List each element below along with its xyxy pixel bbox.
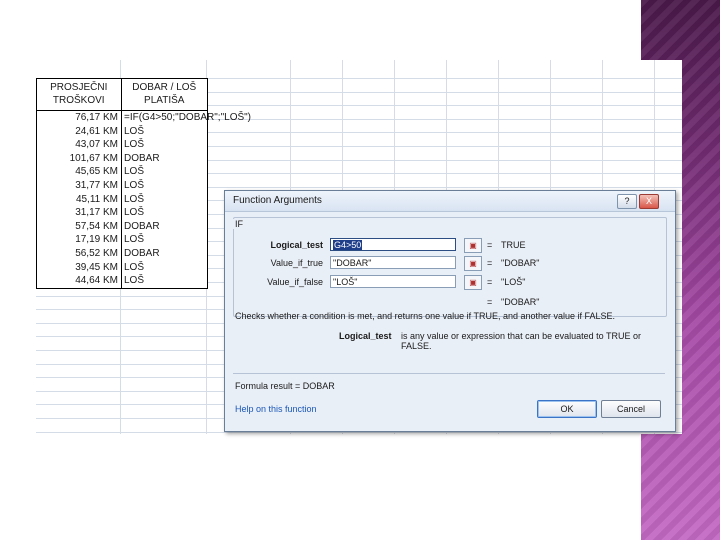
table-row: 101,67 KM DOBAR xyxy=(37,151,207,166)
divider xyxy=(233,373,665,374)
header-cell-status[interactable]: DOBAR / LOŠ PLATIŠA xyxy=(122,79,208,110)
overall-result: "DOBAR" xyxy=(501,297,540,307)
table-row: 17,19 KM LOŠ xyxy=(37,233,207,247)
collapse-dialog-icon[interactable]: ▣ xyxy=(464,275,482,290)
ok-button[interactable]: OK xyxy=(537,400,597,418)
value-if-false-result: "LOŠ" xyxy=(501,277,526,287)
data-table: PROSJEČNI TROŠKOVI DOBAR / LOŠ PLATIŠA 7… xyxy=(36,78,251,289)
status-cell[interactable]: DOBAR xyxy=(122,152,207,166)
status-cell[interactable]: LOŠ xyxy=(122,138,207,152)
status-cell[interactable]: DOBAR xyxy=(122,247,207,261)
status-cell[interactable]: LOŠ xyxy=(122,179,207,193)
function-arguments-dialog: Function Arguments ? X IF Logical_test G… xyxy=(224,190,676,432)
close-icon[interactable]: X xyxy=(639,194,659,209)
logical-test-value: G4>50 xyxy=(333,240,363,250)
value-if-true-result: "DOBAR" xyxy=(501,258,540,268)
table-row: 45,65 KM LOŠ xyxy=(37,165,207,179)
header-text: PLATIŠA xyxy=(144,95,185,106)
logical-test-input[interactable]: G4>50 xyxy=(330,238,456,251)
table-row: 31,17 KM LOŠ xyxy=(37,206,207,220)
cost-cell[interactable]: 17,19 KM xyxy=(37,233,122,247)
status-cell[interactable]: DOBAR xyxy=(122,220,207,234)
function-name-label: IF xyxy=(233,219,245,229)
table-row: 56,52 KM DOBAR xyxy=(37,246,207,261)
dialog-title: Function Arguments xyxy=(233,195,322,206)
table-row: 44,64 KM LOŠ xyxy=(37,274,207,288)
collapse-dialog-icon[interactable]: ▣ xyxy=(464,256,482,271)
status-cell[interactable]: LOŠ xyxy=(122,165,207,179)
table-row: 76,17 KM =IF(G4>50;"DOBAR";"LOŠ") xyxy=(37,111,251,125)
cost-cell[interactable]: 31,77 KM xyxy=(37,178,122,193)
status-cell[interactable]: LOŠ xyxy=(122,206,207,220)
equals-sign: = xyxy=(487,277,493,287)
logical-test-label: Logical_test xyxy=(270,240,323,250)
argument-description-name: Logical_test xyxy=(339,331,392,341)
header-cell-costs[interactable]: PROSJEČNI TROŠKOVI xyxy=(37,79,122,110)
help-icon[interactable]: ? xyxy=(617,194,637,209)
value-if-true-label: Value_if_true xyxy=(270,258,323,268)
formula-result: Formula result = DOBAR xyxy=(235,381,335,391)
table-header-row: PROSJEČNI TROŠKOVI DOBAR / LOŠ PLATIŠA xyxy=(37,79,207,111)
header-text: PROSJEČNI xyxy=(50,82,108,93)
table-row: 57,54 KM DOBAR xyxy=(37,219,207,234)
cancel-button[interactable]: Cancel xyxy=(601,400,661,418)
cost-cell[interactable]: 57,54 KM xyxy=(37,219,122,234)
cost-cell[interactable]: 24,61 KM xyxy=(37,124,122,139)
equals-sign: = xyxy=(487,258,493,268)
cost-cell[interactable]: 101,67 KM xyxy=(37,151,122,166)
cost-cell[interactable]: 76,17 KM xyxy=(37,111,122,125)
dialog-titlebar[interactable]: Function Arguments ? X xyxy=(225,191,675,212)
collapse-dialog-icon[interactable]: ▣ xyxy=(464,238,482,253)
cost-cell[interactable]: 31,17 KM xyxy=(37,206,122,220)
logical-test-result: TRUE xyxy=(501,240,526,250)
value-if-true-input[interactable]: "DOBAR" xyxy=(330,256,456,269)
status-cell[interactable]: LOŠ xyxy=(122,261,207,275)
table-row: 24,61 KM LOŠ xyxy=(37,124,207,139)
status-cell[interactable]: =IF(G4>50;"DOBAR";"LOŠ") xyxy=(122,111,251,125)
status-cell[interactable]: LOŠ xyxy=(122,125,207,139)
value-if-false-label: Value_if_false xyxy=(267,277,323,287)
value-if-false-input[interactable]: "LOŠ" xyxy=(330,275,456,288)
equals-sign: = xyxy=(487,297,493,307)
table-row: 43,07 KM LOŠ xyxy=(37,138,207,152)
status-cell[interactable]: LOŠ xyxy=(122,193,207,207)
cost-cell[interactable]: 39,45 KM xyxy=(37,260,122,275)
cost-cell[interactable]: 44,64 KM xyxy=(37,274,122,288)
status-cell[interactable]: LOŠ xyxy=(122,233,207,247)
argument-description-text: is any value or expression that can be e… xyxy=(401,331,641,351)
cost-cell[interactable]: 45,65 KM xyxy=(37,165,122,179)
table-row: 39,45 KM LOŠ xyxy=(37,260,207,275)
equals-sign: = xyxy=(487,240,493,250)
header-text: DOBAR / LOŠ xyxy=(132,82,197,93)
cost-cell[interactable]: 43,07 KM xyxy=(37,138,122,152)
function-description: Checks whether a condition is met, and r… xyxy=(235,311,616,321)
header-text: TROŠKOVI xyxy=(52,95,105,106)
status-cell[interactable]: LOŠ xyxy=(122,274,207,288)
table-row: 31,77 KM LOŠ xyxy=(37,178,207,193)
table-row: 45,11 KM LOŠ xyxy=(37,192,207,207)
cost-cell[interactable]: 45,11 KM xyxy=(37,192,122,207)
cost-cell[interactable]: 56,52 KM xyxy=(37,246,122,261)
help-on-function-link[interactable]: Help on this function xyxy=(235,404,317,414)
